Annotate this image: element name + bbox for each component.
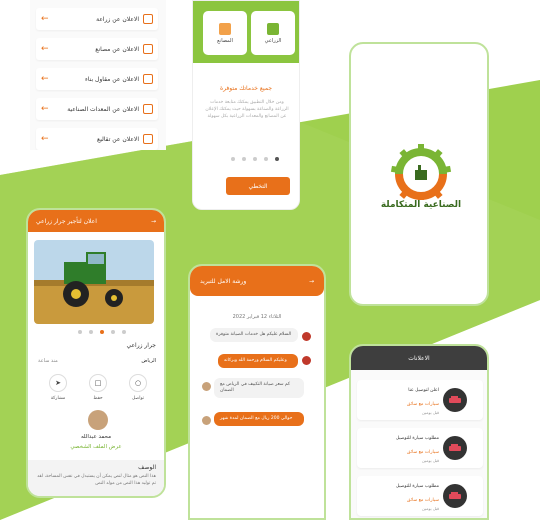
avatar	[302, 332, 311, 341]
owner-avatar[interactable]	[88, 410, 108, 430]
avatar	[302, 356, 311, 365]
crane-icon	[143, 74, 153, 84]
page-indicator	[231, 157, 279, 161]
ad-category-item[interactable]: ← الاعلان عن تقاليع	[36, 128, 158, 150]
item-title: اعلن لتوصيل عنا	[408, 388, 439, 393]
brand-name: الصناعية المتكاملة	[380, 200, 462, 210]
item-subtitle: سيارات مع سائق	[407, 402, 439, 407]
page-dot[interactable]	[111, 330, 115, 334]
message-incoming: السلام عليكم هل خدمات الصيانة متوفرة	[210, 328, 298, 342]
list-item[interactable]: مطلوب سيارة للتوصيل سيارات مع سائق قبل ي…	[357, 428, 483, 468]
ad-category-item[interactable]: ← الاعلان عن زراعة	[36, 8, 158, 30]
item-time: قبل يومين	[422, 410, 439, 415]
item-title: مطلوب سيارة للتوصيل	[395, 484, 439, 489]
tractor-image	[34, 240, 154, 324]
ad-category-item[interactable]: ← الاعلان عن المعدات الصناعية	[36, 98, 158, 120]
page-dot-active[interactable]	[275, 157, 279, 161]
chevron-left-icon: ←	[41, 44, 49, 54]
plant-icon	[267, 22, 279, 35]
onboarding-screen: المصانع الزراعي جميع خدماتك متوفرة ومن خ…	[192, 0, 300, 210]
chat-date: الثلاثاء 12 فبراير 2022	[232, 314, 282, 320]
message-outgoing: وعليكم السلام ورحمة الله وبركاته	[218, 354, 298, 368]
chat-icon[interactable]: ○	[129, 374, 147, 392]
ads-category-screen: ← الاعلان عن زراعة ← الاعلان عن مصانع ← …	[30, 0, 166, 150]
listing-header: الاعلانات	[351, 346, 487, 370]
chat-title: ورشة الامل للتبريد	[200, 277, 247, 285]
item-subtitle: سيارات مع سائق	[407, 450, 439, 455]
factory-icon	[143, 44, 153, 54]
skip-button[interactable]: التخطي	[226, 177, 290, 195]
product-time: منذ ساعة	[38, 358, 58, 364]
plant-icon	[143, 14, 153, 24]
page-dot[interactable]	[122, 330, 126, 334]
brand-logo: الصناعية المتكاملة	[371, 144, 471, 224]
onboarding-title: جميع خدماتك متوفرة	[219, 85, 273, 92]
ad-category-item[interactable]: ← الاعلان عن مقاول بناء	[36, 68, 158, 90]
action-label-share: مشاركة	[50, 396, 66, 401]
truck-icon	[143, 104, 153, 114]
item-time: قبل يومين	[422, 458, 439, 463]
onboarding-body: ومن خلال التطبيق يمكنك متابعة خدمات الزر…	[205, 100, 289, 119]
description-section: الوصف هذا النص هو مثال لنص يمكن أن يستبد…	[28, 460, 164, 496]
avatar	[202, 416, 211, 425]
gear-logo-icon	[390, 144, 452, 204]
factory-icon	[219, 22, 231, 35]
header-title: اعلان لتأجير جرار زراعي	[36, 217, 97, 225]
share-icon[interactable]: ➤	[49, 374, 67, 392]
chevron-left-icon: ←	[41, 14, 49, 24]
category-tile-agriculture[interactable]: الزراعي	[251, 11, 295, 55]
arrow-right-icon[interactable]: →	[309, 278, 314, 285]
page-dot[interactable]	[253, 157, 257, 161]
list-item[interactable]: اعلن لتوصيل عنا سيارات مع سائق قبل يومين	[357, 380, 483, 420]
item-subtitle: سيارات مع سائق	[407, 498, 439, 503]
car-icon	[443, 436, 467, 460]
product-detail-screen: اعلان لتأجير جرار زراعي → جرار زراعي الر…	[26, 208, 166, 498]
page-dot[interactable]	[264, 157, 268, 161]
page-dot[interactable]	[89, 330, 93, 334]
category-tile-factories[interactable]: المصانع	[203, 11, 247, 55]
view-profile-link[interactable]: عرض الملف الشخصي	[28, 444, 164, 450]
description-text: هذا النص هو مثال لنص يمكن أن يستبدل في ن…	[37, 474, 156, 486]
arrow-right-icon[interactable]: →	[151, 218, 156, 225]
page-dot[interactable]	[78, 330, 82, 334]
owner-name: محمد عبدالله	[80, 434, 112, 440]
chevron-left-icon: ←	[41, 74, 49, 84]
action-label-save: حفظ	[93, 396, 103, 401]
bookmark-icon[interactable]: □	[89, 374, 107, 392]
chevron-left-icon: ←	[41, 104, 49, 114]
chevron-left-icon: ←	[41, 134, 49, 144]
description-title: الوصف	[138, 464, 156, 471]
car-icon	[443, 484, 467, 508]
detail-header: اعلان لتأجير جرار زراعي →	[28, 210, 164, 232]
chat-header: ورشة الامل للتبريد →	[190, 266, 324, 296]
car-icon	[443, 388, 467, 412]
page-dot[interactable]	[231, 157, 235, 161]
avatar	[202, 382, 211, 391]
page-dot[interactable]	[242, 157, 246, 161]
splash-screen: الصناعية المتكاملة	[349, 42, 489, 306]
ads-listing-screen: الاعلانات اعلن لتوصيل عنا سيارات مع سائق…	[349, 344, 489, 520]
message-outgoing: حوالي 200 ريال مع الضمان لمدة شهر	[214, 412, 304, 426]
product-name: جرار زراعي	[126, 342, 156, 349]
list-item[interactable]: مطلوب سيارة للتوصيل سيارات مع سائق قبل ي…	[357, 476, 483, 516]
ad-category-item[interactable]: ← الاعلان عن مصانع	[36, 38, 158, 60]
product-image[interactable]	[34, 240, 154, 324]
message-incoming: كم سعر صيانة التكييف في الرياض مع الضمان	[214, 378, 304, 398]
item-time: قبل يومين	[422, 506, 439, 511]
action-label-contact: تواصل	[131, 396, 145, 401]
image-indicator	[78, 330, 126, 334]
product-location: الرياض	[141, 358, 156, 364]
gear-icon	[143, 134, 153, 144]
item-title: مطلوب سيارة للتوصيل	[395, 436, 439, 441]
page-dot-active[interactable]	[100, 330, 104, 334]
chat-screen: ورشة الامل للتبريد → الثلاثاء 12 فبراير …	[188, 264, 326, 520]
